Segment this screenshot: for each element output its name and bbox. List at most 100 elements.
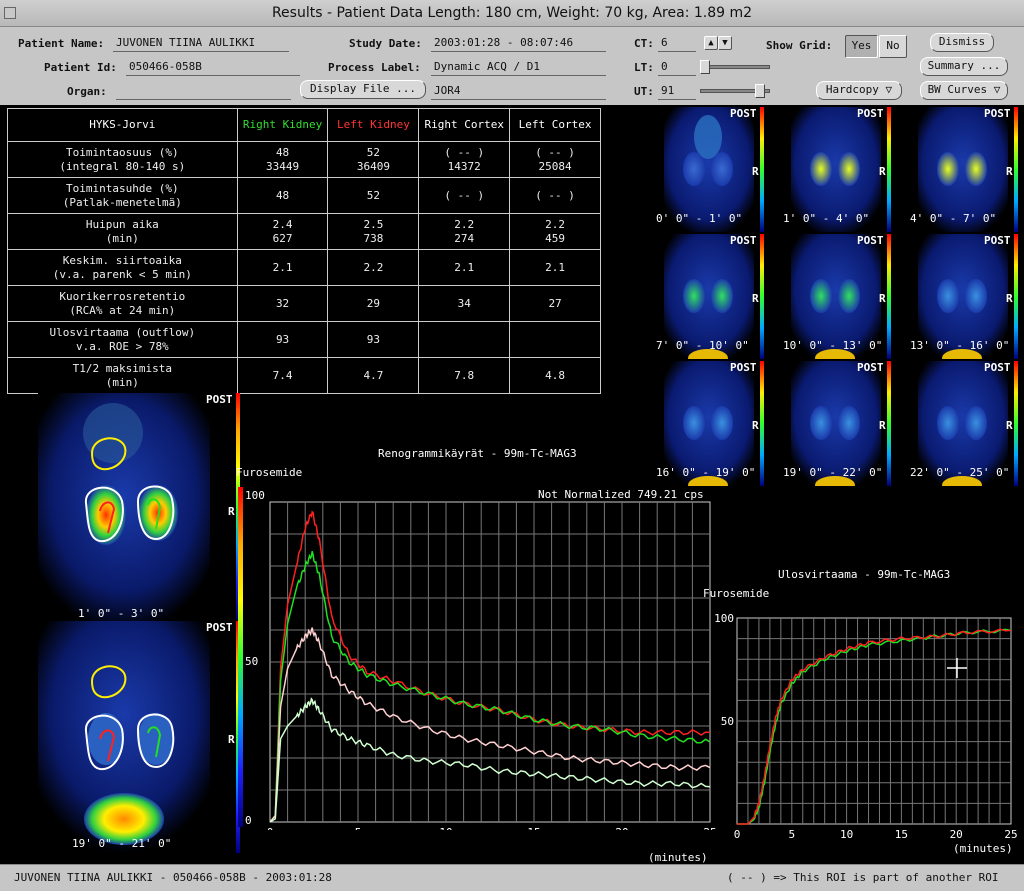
row-label-line1: Toimintaosuus (%) (66, 145, 179, 159)
frame-thumbnail[interactable]: POST R 4' 0" - 7' 0" (910, 107, 1018, 232)
x-tick-label: 25 (1004, 828, 1017, 841)
patient-name-field[interactable]: JUVONEN TIINA AULIKKI (113, 36, 289, 52)
row-label-cell: Toimintaosuus (%) (integral 80-140 s) (7, 141, 238, 178)
study-date-field[interactable]: 2003:01:28 - 08:07:46 (431, 36, 606, 52)
table-header-row: HYKS-Jorvi Right Kidney Left Kidney Right C… (7, 108, 601, 142)
frame-caption: 10' 0" - 13' 0" (783, 339, 883, 352)
show-grid-yes-button[interactable]: Yes (845, 35, 878, 58)
x-tick-label: 0 (268, 826, 273, 830)
frame-thumbnail[interactable]: POST R 22' 0" - 25' 0" (910, 361, 1018, 494)
frame-r-label: R (1006, 419, 1013, 432)
status-bar: JUVONEN TIINA AULIKKI - 050466-058B - 20… (0, 864, 1024, 891)
summary-button[interactable]: Summary ... (920, 57, 1008, 76)
ct-down-arrow-icon[interactable]: ▼ (718, 36, 732, 50)
value-cell: 93 (236, 321, 329, 358)
value-cell: 2.1 (236, 249, 329, 286)
cell-value: 48 (275, 145, 290, 159)
cell-value: 4.8 (545, 368, 565, 382)
frame-thumbnail[interactable]: POST R 16' 0" - 19' 0" (656, 361, 764, 494)
row-label-line1: Huipun aika (85, 217, 159, 231)
show-grid-no-button[interactable]: No (879, 35, 907, 58)
display-file-field[interactable]: JOR4 (431, 84, 606, 100)
outflow-chart-title: Ulosvirtaama - 99m-Tc-MAG3 (778, 568, 951, 581)
row-label-cell: Keskim. siirtoaika (v.a. parenk < 5 min) (7, 249, 238, 286)
process-label-label: Process Label: (328, 61, 421, 74)
row-label-line1: Keskim. siirtoaika (62, 253, 182, 267)
organ-label: Organ: (67, 85, 107, 98)
x-tick-label: 5 (355, 826, 362, 830)
frame-thumbnail[interactable]: POST R 0' 0" - 1' 0" (656, 107, 764, 232)
title-bar: Results - Patient Data Length: 180 cm, W… (0, 0, 1024, 27)
outflow-chart[interactable]: 0 5 10 15 20 25 50 100 (703, 608, 1024, 844)
ut-field[interactable]: 91 (658, 84, 696, 100)
value-cell: ( -- ) 25084 (509, 141, 601, 178)
cell-value: ( -- ) (535, 188, 575, 202)
frame-thumbnail[interactable]: POST R 13' 0" - 16' 0" (910, 234, 1018, 367)
renogram-x-axis-label: (minutes) (648, 851, 708, 864)
row-label-line1: Toimintasuhde (%) (66, 181, 179, 195)
frame-r-label: R (879, 419, 886, 432)
hardcopy-menu-button[interactable]: Hardcopy ▽ (816, 81, 902, 100)
roi-image-early[interactable]: POST R 1' 0" - 3' 0" (38, 393, 238, 621)
frame-thumbnail[interactable]: POST R 19' 0" - 22' 0" (783, 361, 891, 494)
cell-value: 7.4 (272, 368, 293, 382)
ut-slider-thumb[interactable] (754, 84, 765, 98)
cell-value: 29 (366, 296, 381, 310)
value-cell: 93 (327, 321, 420, 358)
cell-value: ( -- ) (444, 188, 485, 202)
cell-value: 627 (272, 231, 293, 245)
table-header-cell: Left Kidney (327, 108, 420, 142)
roi-early-caption: 1' 0" - 3' 0" (78, 607, 165, 620)
row-label-cell: Huipun aika (min) (7, 213, 238, 250)
cell-value: 14372 (447, 159, 481, 173)
value-cell: ( -- ) 14372 (418, 141, 511, 178)
value-cell: 7.4 (236, 357, 329, 394)
hardcopy-label: Hardcopy (825, 83, 879, 96)
frame-thumbnail[interactable]: POST R 7' 0" - 10' 0" (656, 234, 764, 367)
frame-caption: 16' 0" - 19' 0" (656, 466, 756, 479)
frame-caption: 13' 0" - 16' 0" (910, 339, 1010, 352)
window-title: Results - Patient Data Length: 180 cm, W… (271, 5, 753, 21)
frame-thumbnail[interactable]: POST R 10' 0" - 13' 0" (783, 234, 891, 367)
lt-field[interactable]: 0 (658, 60, 696, 76)
frame-r-label: R (879, 292, 886, 305)
ut-label: UT: (634, 85, 654, 98)
lt-slider[interactable] (700, 65, 770, 69)
frame-thumbnail[interactable]: POST R 1' 0" - 4' 0" (783, 107, 891, 232)
frame-r-label: R (752, 165, 759, 178)
row-label-cell: Ulosvirtaama (outflow) v.a. ROE > 78% (7, 321, 238, 358)
cell-value: ( -- ) (535, 145, 575, 159)
roi-image-late[interactable]: POST R 19' 0" - 21' 0" (38, 621, 238, 853)
control-panel: Patient Name: JUVONEN TIINA AULIKKI Pati… (0, 27, 1024, 105)
dismiss-button[interactable]: Dismiss (930, 33, 994, 52)
frame-post-label: POST (857, 361, 884, 374)
organ-field[interactable] (116, 84, 291, 100)
patient-id-field[interactable]: 050466-058B (126, 60, 300, 76)
table-row: T1/2 maksimista (min) 7.4 4.7 7.8 4.8 (7, 357, 601, 394)
row-label-line2: (v.a. parenk < 5 min) (52, 267, 192, 281)
renogram-chart[interactable]: 0510152025 (268, 500, 718, 830)
lt-label: LT: (634, 61, 654, 74)
cell-value: 459 (545, 231, 565, 245)
ct-up-arrow-icon[interactable]: ▲ (704, 36, 718, 50)
value-cell: ( -- ) (509, 177, 601, 214)
cell-value: 2.1 (272, 260, 293, 274)
value-cell: 2.2 (327, 249, 420, 286)
cell-value: 2.2 (363, 260, 384, 274)
renogram-furosemide-label: Furosemide (236, 466, 303, 479)
value-cell: 4.8 (509, 357, 601, 394)
value-cell: 2.2 274 (418, 213, 511, 250)
patient-id-label: Patient Id: (44, 61, 117, 74)
row-label-cell: Kuorikerrosretentio (RCA% at 24 min) (7, 285, 238, 322)
ct-field[interactable]: 6 (658, 36, 696, 52)
bw-curves-menu-button[interactable]: BW Curves ▽ (920, 81, 1008, 100)
process-label-field[interactable]: Dynamic ACQ / D1 (431, 60, 606, 76)
display-file-button[interactable]: Display File ... (300, 80, 426, 99)
lt-slider-thumb[interactable] (700, 60, 710, 74)
frame-post-label: POST (730, 361, 757, 374)
value-cell: 2.4 627 (236, 213, 329, 250)
colorbar-label-50: 50 (245, 655, 259, 668)
value-cell: 2.2 459 (509, 213, 601, 250)
x-tick-label: 20 (950, 828, 963, 841)
outflow-furosemide-label: Furosemide (703, 587, 770, 600)
